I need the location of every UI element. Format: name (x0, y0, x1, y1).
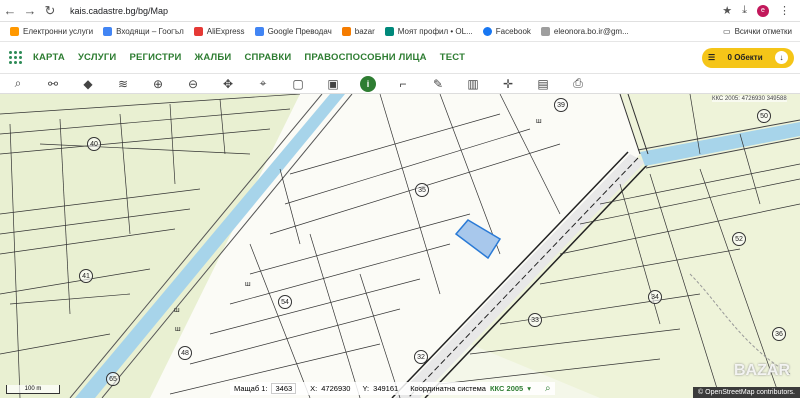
print-icon[interactable]: ⎙ (568, 75, 588, 93)
scale-value[interactable]: 3463 (271, 383, 297, 394)
bookmark[interactable]: Входящи – Гоогъл (103, 27, 184, 36)
menu-item-registers[interactable]: РЕГИСТРИ (129, 52, 181, 63)
bookmark-icon (384, 27, 394, 36)
measure-icon[interactable]: ⚯ (43, 75, 63, 93)
parcel-label[interactable]: 40 (87, 137, 101, 151)
coordinates-panel: Мащаб 1: 3463 X: 4726930 Y: 349161 Коорд… (230, 382, 555, 395)
bookmark[interactable]: eleonora.bo.ir@gm... (540, 27, 629, 36)
y-value: 349161 (373, 384, 399, 393)
bookmark[interactable]: Facebook (482, 27, 531, 36)
menu-item-reports[interactable]: СПРАВКИ (244, 52, 291, 63)
osm-credit: © OpenStreetMap contributors. (693, 387, 800, 398)
parcel-label[interactable]: 41 (79, 269, 93, 283)
bookmark-icon (103, 27, 113, 36)
parcel-label[interactable]: 50 (757, 109, 771, 123)
back-icon[interactable]: ← (0, 3, 20, 18)
coord-system-select[interactable]: ККС 2005 (490, 384, 523, 393)
bookmark-icon (10, 27, 19, 36)
select-rect-icon[interactable]: ▢ (288, 75, 308, 93)
list-icon: ☰ (708, 53, 716, 62)
parcel-label[interactable]: 35 (415, 183, 429, 197)
menu-item-map[interactable]: КАРТА (33, 52, 65, 63)
parcel-label[interactable]: 34 (648, 290, 662, 304)
parcel-label[interactable]: 39 (554, 98, 568, 112)
corner-icon[interactable]: ⌐ (393, 75, 413, 93)
draw-icon[interactable]: ✎ (428, 75, 448, 93)
map-canvas[interactable] (0, 94, 800, 398)
bookmarks-bar: Електронни услуги Входящи – Гоогъл AliEx… (0, 22, 800, 42)
main-menu: КАРТА УСЛУГИ РЕГИСТРИ ЖАЛБИ СПРАВКИ ПРАВ… (0, 42, 800, 74)
forward-icon[interactable]: → (20, 3, 40, 18)
menu-item-test[interactable]: ТЕСТ (440, 52, 465, 63)
objects-button[interactable]: ☰ 0 Обекти ↓ (702, 47, 794, 68)
x-value: 4726930 (321, 384, 351, 393)
menu-item-licensed[interactable]: ПРАВОСПОСОБНИ ЛИЦА (304, 52, 426, 63)
map-toolbar: ⌕ ⚯ ◆ ≋ ⊕ ⊖ ✥ ⌖ ▢ ▣ i ⌐ ✎ ▥ ✛ ▤ ⎙ (0, 74, 800, 94)
bookmark-icon (540, 27, 550, 36)
search-icon[interactable]: ⌕ (545, 383, 551, 394)
x-label: X: (310, 384, 318, 393)
folder-icon: ▭ (723, 27, 731, 36)
scale-label: Мащаб 1: (234, 384, 268, 393)
sh-mark: ш (245, 281, 251, 288)
sh-mark: ш (174, 307, 180, 314)
coord-system-label: Координатна система (410, 384, 486, 393)
parcel-label[interactable]: 48 (178, 346, 192, 360)
bookmark[interactable]: bazar (341, 27, 375, 36)
sh-mark: ш (536, 118, 542, 125)
watermark: BAZAR (734, 362, 790, 379)
scale-bar: 100 m (6, 385, 60, 394)
bookmark[interactable]: Моят профил • OL... (384, 27, 473, 36)
select-rect-alt-icon[interactable]: ▣ (323, 75, 343, 93)
parcel-label[interactable]: 52 (732, 232, 746, 246)
bookmark-icon (341, 27, 351, 36)
parcel-label[interactable]: 33 (528, 313, 542, 327)
arrow-down-icon: ↓ (774, 51, 788, 64)
all-bookmarks[interactable]: ▭ Всички отметки (723, 27, 792, 36)
kks-top-label: ККС 2005: 4726930 349588 (712, 96, 787, 102)
menu-item-complaints[interactable]: ЖАЛБИ (195, 52, 232, 63)
pan-icon[interactable]: ✥ (218, 75, 238, 93)
url-field[interactable]: kais.cadastre.bg/bg/Map (70, 6, 722, 16)
more-icon[interactable]: ⋮ (779, 4, 790, 17)
sh-mark: ш (175, 326, 181, 333)
apps-grid-icon[interactable] (9, 50, 23, 65)
parcel-label[interactable]: 36 (772, 327, 786, 341)
chevron-down-icon[interactable]: ▾ (527, 384, 531, 393)
crosshair-icon[interactable]: ✛ (498, 75, 518, 93)
bookmark[interactable]: Google Преводач (254, 27, 332, 36)
cadastral-map[interactable]: ККС 2005: 4726930 349588 40 39 50 35 52 … (0, 94, 800, 398)
map-icon[interactable]: ▥ (463, 75, 483, 93)
zoom-in-icon[interactable]: ⊕ (148, 75, 168, 93)
parcel-label[interactable]: 32 (414, 350, 428, 364)
star-icon[interactable]: ★ (722, 4, 732, 17)
parcel-label[interactable]: 54 (278, 295, 292, 309)
bookmark-icon (254, 27, 264, 36)
reload-icon[interactable]: ↻ (40, 3, 60, 19)
marker-icon[interactable]: ⌖ (253, 75, 273, 93)
parcel-label[interactable]: 65 (106, 372, 120, 386)
zoom-out-icon[interactable]: ⊖ (183, 75, 203, 93)
layers-icon[interactable]: ◆ (78, 75, 98, 93)
bookmark-icon (193, 27, 203, 36)
layers-stack-icon[interactable]: ≋ (113, 75, 133, 93)
avatar[interactable]: e (757, 4, 769, 17)
browser-address-bar: ← → ↻ kais.cadastre.bg/bg/Map ★ ⤓ e ⋮ (0, 0, 800, 22)
bookmark[interactable]: Електронни услуги (10, 27, 93, 36)
download-icon[interactable]: ⤓ (742, 4, 747, 17)
menu-item-services[interactable]: УСЛУГИ (78, 52, 117, 63)
bookmark[interactable]: AliExpress (193, 27, 245, 36)
info-icon[interactable]: i (360, 75, 376, 92)
document-icon[interactable]: ▤ (533, 75, 553, 93)
facebook-icon (482, 27, 492, 36)
search-icon[interactable]: ⌕ (8, 75, 28, 93)
y-label: Y: (362, 384, 370, 393)
